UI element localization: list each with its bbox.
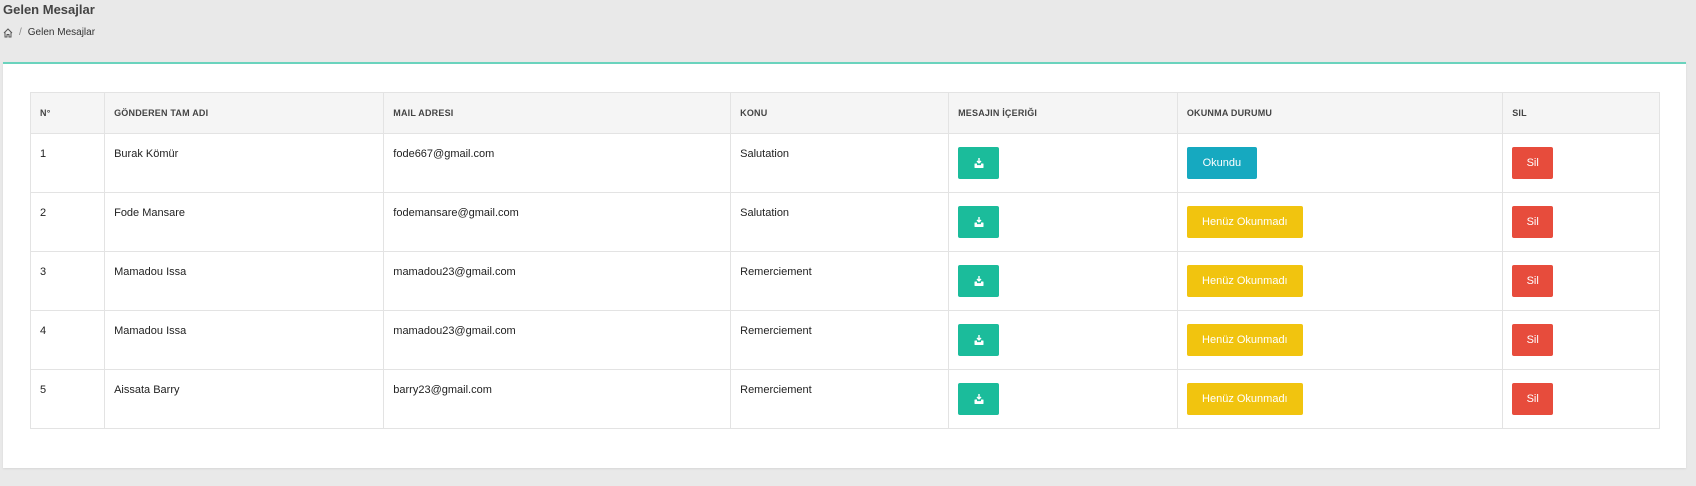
delete-button[interactable]: Sil [1512,324,1554,356]
view-message-button[interactable] [958,324,1000,356]
cell-subject: Remerciement [730,310,950,370]
table-row: 4 Mamadou Issa mamadou23@gmail.com Remercie… [29,310,1660,370]
cell-read-status: Henüz Okunmadı [1176,369,1504,429]
inbox-icon [973,157,985,169]
cell-read-status: Okundu [1176,133,1504,193]
message-subject: Remerciement [740,325,812,337]
cell-sender-name: Mamadou Issa [104,251,385,311]
cell-message-content [948,251,1178,311]
cell-message-content [948,310,1178,370]
cell-subject: Salutation [730,133,950,193]
cell-read-status: Henüz Okunmadı [1176,310,1504,370]
cell-subject: Remerciement [730,251,950,311]
view-message-button[interactable] [958,206,1000,238]
cell-delete: Sil [1502,133,1660,193]
row-number: 3 [40,266,47,278]
table-row: 1 Burak Kömür fode667@gmail.com Salutation O… [29,133,1660,193]
cell-email: barry23@gmail.com [383,369,732,429]
sender-email: mamadou23@gmail.com [393,325,516,337]
cell-no: 1 [29,133,106,193]
cell-sender-name: Burak Kömür [104,133,385,193]
table-row: 3 Mamadou Issa mamadou23@gmail.com Remercie… [29,251,1660,311]
delete-button[interactable]: Sil [1512,206,1554,238]
cell-no: 4 [29,310,106,370]
inbox-icon [973,216,985,228]
inbox-icon [973,334,985,346]
sender-email: fode667@gmail.com [393,148,495,160]
cell-sender-name: Mamadou Issa [104,310,385,370]
table-row: 2 Fode Mansare fodemansare@gmail.com Saluta… [29,192,1660,252]
cell-delete: Sil [1502,369,1660,429]
message-subject: Salutation [740,207,790,219]
cell-email: fodemansare@gmail.com [383,192,732,252]
delete-button[interactable]: Sil [1512,147,1554,179]
message-subject: Remerciement [740,266,812,278]
cell-no: 2 [29,192,106,252]
delete-button[interactable]: Sil [1512,265,1554,297]
message-subject: Salutation [740,148,790,160]
header-message-content: MESAJIN İÇERIĞI [948,92,1178,134]
cell-read-status: Henüz Okunmadı [1176,192,1504,252]
header-sender-name: GÖNDEREN TAM ADI [104,92,385,134]
sender-name: Aissata Barry [114,384,180,396]
messages-table: N° GÖNDEREN TAM ADI MAIL ADRESI KONU MES… [29,92,1660,429]
header-read-status: OKUNMA DURUMU [1176,92,1504,134]
breadcrumb-separator: / [19,27,22,38]
message-subject: Remerciement [740,384,812,396]
sender-name: Burak Kömür [114,148,179,160]
header-delete: SIL [1502,92,1660,134]
messages-panel: N° GÖNDEREN TAM ADI MAIL ADRESI KONU MES… [3,62,1686,468]
cell-message-content [948,369,1178,429]
sender-email: barry23@gmail.com [393,384,492,396]
cell-no: 3 [29,251,106,311]
inbox-icon [973,275,985,287]
cell-message-content [948,192,1178,252]
cell-delete: Sil [1502,192,1660,252]
table-row: 5 Aissata Barry barry23@gmail.com Remerciem… [29,369,1660,429]
header-subject: KONU [730,92,950,134]
sender-name: Fode Mansare [114,207,186,219]
row-number: 4 [40,325,47,337]
unread-status-button[interactable]: Henüz Okunmadı [1186,206,1303,238]
sender-name: Mamadou Issa [114,266,187,278]
header-email: MAIL ADRESI [383,92,732,134]
read-status-button[interactable]: Okundu [1186,147,1257,179]
cell-delete: Sil [1502,251,1660,311]
cell-read-status: Henüz Okunmadı [1176,251,1504,311]
unread-status-button[interactable]: Henüz Okunmadı [1186,324,1303,356]
cell-delete: Sil [1502,310,1660,370]
cell-subject: Salutation [730,192,950,252]
cell-email: mamadou23@gmail.com [383,310,732,370]
breadcrumb-current: Gelen Mesajlar [27,27,96,38]
header-no: N° [29,92,106,134]
cell-email: fode667@gmail.com [383,133,732,193]
row-number: 1 [40,148,47,160]
cell-sender-name: Aissata Barry [104,369,385,429]
cell-subject: Remerciement [730,369,950,429]
view-message-button[interactable] [958,147,1000,179]
cell-email: mamadou23@gmail.com [383,251,732,311]
sender-email: mamadou23@gmail.com [393,266,516,278]
row-number: 5 [40,384,47,396]
view-message-button[interactable] [958,265,1000,297]
unread-status-button[interactable]: Henüz Okunmadı [1186,265,1303,297]
page-title: Gelen Mesajlar [3,2,95,17]
inbox-icon [973,393,985,405]
cell-no: 5 [29,369,106,429]
delete-button[interactable]: Sil [1512,383,1554,415]
row-number: 2 [40,207,47,219]
cell-sender-name: Fode Mansare [104,192,385,252]
view-message-button[interactable] [958,383,1000,415]
cell-message-content [948,133,1178,193]
sender-name: Mamadou Issa [114,325,187,337]
home-icon[interactable] [3,27,13,38]
unread-status-button[interactable]: Henüz Okunmadı [1186,383,1303,415]
table-header-row: N° GÖNDEREN TAM ADI MAIL ADRESI KONU MES… [29,92,1660,134]
breadcrumb: / Gelen Mesajlar [3,27,95,38]
sender-email: fodemansare@gmail.com [393,207,519,219]
